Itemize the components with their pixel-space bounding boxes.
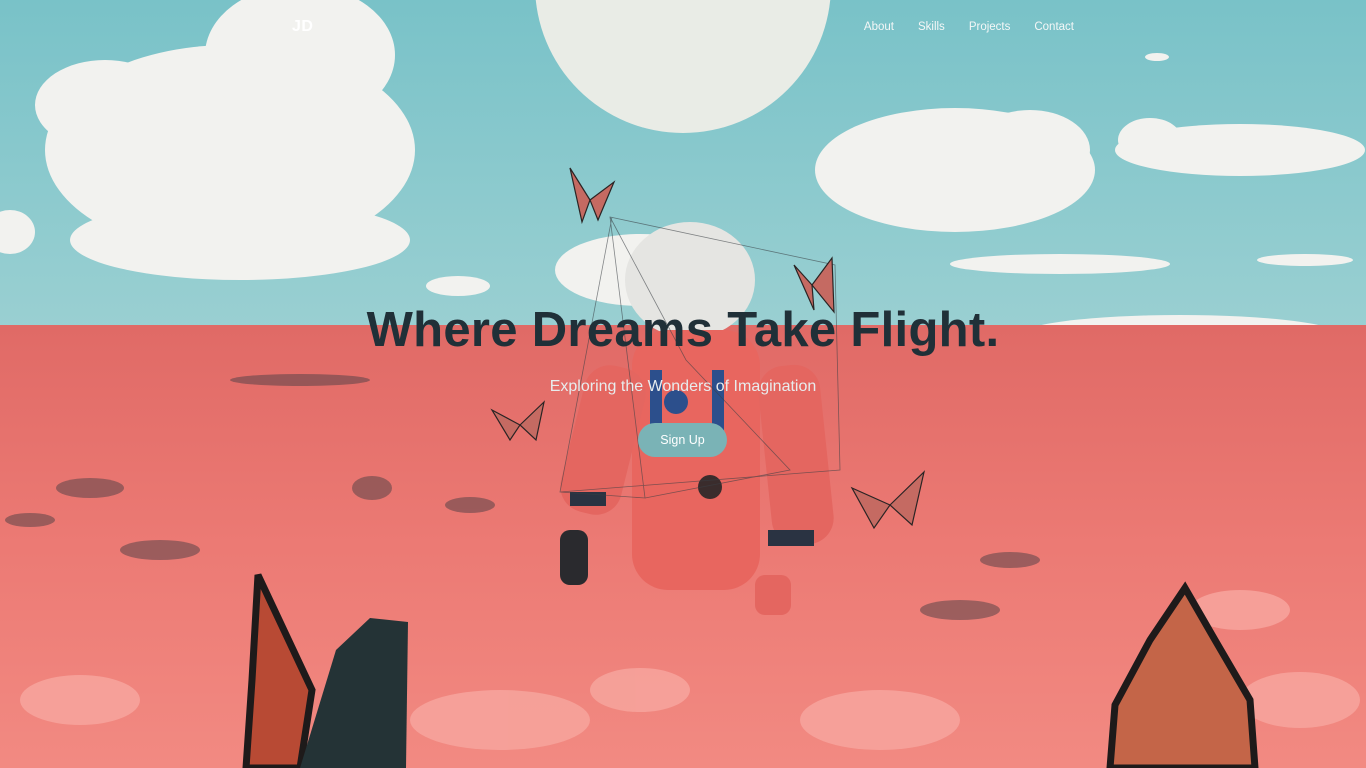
brand-logo[interactable]: JD <box>292 18 313 36</box>
hero-title: Where Dreams Take Flight. <box>366 303 1000 357</box>
main-nav: About Skills Projects Contact <box>852 20 1074 34</box>
hero-section: JD About Skills Projects Contact Where D… <box>0 0 1366 768</box>
nav-link-about[interactable]: About <box>852 20 906 34</box>
nav-link-contact[interactable]: Contact <box>1022 20 1074 34</box>
nav-link-projects[interactable]: Projects <box>957 20 1023 34</box>
sign-up-button[interactable]: Sign Up <box>638 423 727 457</box>
hero-subtitle: Exploring the Wonders of Imagination <box>549 378 817 395</box>
nav-link-skills[interactable]: Skills <box>906 20 957 34</box>
